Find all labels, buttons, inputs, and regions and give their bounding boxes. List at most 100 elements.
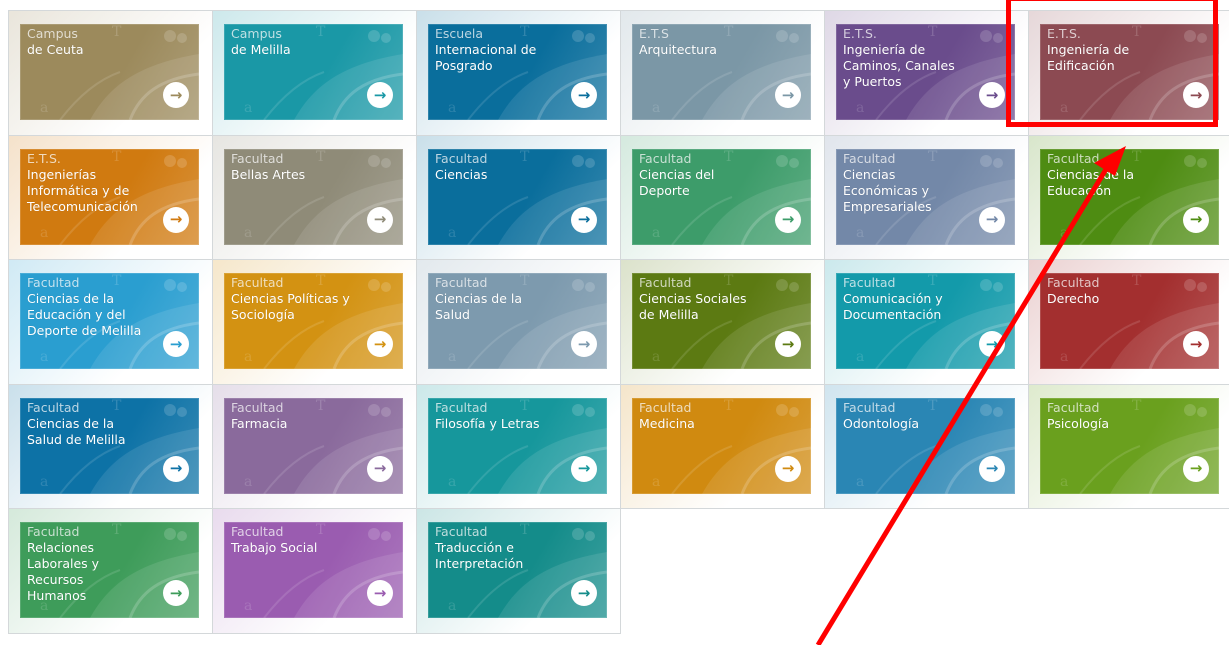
faculty-tile[interactable]: Ta Facultad Ciencias → [428, 148, 607, 245]
tile-name-label: Ciencias de la Educación [1047, 166, 1135, 198]
faculty-card-comunicacion-y-documentacion[interactable]: Ta Facultad Comunicación y Documentación → [824, 259, 1029, 385]
faculty-card-ingenieria-de-caminos-canales-y-puertos[interactable]: Ta E.T.S. Ingeniería de Caminos, Canales y… [824, 10, 1029, 136]
faculty-card-odontologia[interactable]: Ta Facultad Odontología → [824, 383, 1029, 509]
arrow-right-icon[interactable]: → [775, 455, 801, 482]
faculty-tile[interactable]: Ta Facultad Relaciones Laborales y Recurso… [20, 522, 199, 618]
arrow-right-icon[interactable]: → [163, 455, 189, 482]
faculty-tile[interactable]: Ta Facultad Ciencias Políticas y Sociologí… [224, 273, 403, 369]
faculty-card-ciencias-de-la-educacion-y-del-deporte-de-melilla[interactable]: Ta Facultad Ciencias de la Educación y del… [8, 259, 213, 385]
tile-kind-label: Campus [231, 26, 282, 41]
tile-text: E.T.S Arquitectura [639, 26, 773, 58]
faculty-tile[interactable]: Ta Campus de Ceuta → [20, 24, 199, 120]
faculty-tile[interactable]: Ta Facultad Medicina → [632, 397, 811, 494]
arrow-right-icon[interactable]: → [571, 331, 597, 357]
tile-name-label: Ingeniería de Caminos, Canales y Puertos [843, 42, 955, 89]
tile-text: Facultad Relaciones Laborales y Recursos … [27, 524, 161, 604]
faculty-tile[interactable]: Ta Facultad Ciencias de la Salud → [428, 273, 607, 369]
arrow-right-icon[interactable]: → [367, 206, 393, 233]
arrow-right-icon[interactable]: → [979, 206, 1005, 233]
faculty-card-de-ceuta[interactable]: Ta Campus de Ceuta → [8, 10, 213, 136]
arrow-right-icon[interactable]: → [367, 455, 393, 482]
tile-name-label: Odontología [843, 415, 920, 431]
arrow-right-icon[interactable]: → [163, 82, 189, 108]
svg-text:a: a [856, 474, 864, 490]
faculty-card-ciencias-de-la-salud[interactable]: Ta Facultad Ciencias de la Salud → [416, 259, 621, 385]
arrow-right-icon[interactable]: → [367, 580, 393, 606]
arrow-right-icon[interactable]: → [775, 331, 801, 357]
faculty-card-ingenieria-de-edificacion[interactable]: Ta E.T.S. Ingeniería de Edificación → [1028, 10, 1229, 136]
faculty-card-relaciones-laborales-y-recursos-humanos[interactable]: Ta Facultad Relaciones Laborales y Recurso… [8, 508, 213, 634]
arrow-right-icon[interactable]: → [571, 580, 597, 606]
arrow-right-icon[interactable]: → [979, 82, 1005, 108]
faculty-card-derecho[interactable]: Ta Facultad Derecho → [1028, 259, 1229, 385]
faculty-tile[interactable]: Ta Facultad Comunicación y Documentación → [836, 273, 1015, 369]
faculty-tile[interactable]: Ta Facultad Psicología → [1040, 397, 1219, 494]
faculty-tile[interactable]: Ta Facultad Ciencias de la Salud de Melill… [20, 397, 199, 494]
faculty-tile[interactable]: Ta Escuela Internacional de Posgrado → [428, 24, 607, 120]
arrow-right-icon[interactable]: → [1183, 206, 1209, 233]
faculty-tile[interactable]: Ta E.T.S. Ingeniería de Edificación → [1040, 24, 1219, 120]
faculty-card-de-melilla[interactable]: Ta Campus de Melilla → [212, 10, 417, 136]
faculty-card-ciencias[interactable]: Ta Facultad Ciencias → [416, 134, 621, 260]
faculty-card-trabajo-social[interactable]: Ta Facultad Trabajo Social → [212, 508, 417, 634]
faculty-tile[interactable]: Ta Facultad Derecho → [1040, 273, 1219, 369]
arrow-right-icon[interactable]: → [163, 206, 189, 233]
arrow-right-icon[interactable]: → [571, 455, 597, 482]
tile-kind-label: Campus [27, 26, 78, 41]
tile-text: Facultad Odontología [843, 400, 977, 432]
faculty-tile[interactable]: Ta Campus de Melilla → [224, 24, 403, 120]
faculty-tile[interactable]: Ta E.T.S. Ingenierías Informática y de Tel… [20, 148, 199, 245]
faculty-card-psicologia[interactable]: Ta Facultad Psicología → [1028, 383, 1229, 509]
arrow-right-icon[interactable]: → [1183, 82, 1209, 108]
arrow-right-icon[interactable]: → [1183, 455, 1209, 482]
svg-text:a: a [244, 474, 252, 490]
faculty-tile[interactable]: Ta E.T.S. Ingeniería de Caminos, Canales y… [836, 24, 1015, 120]
tile-kind-label: E.T.S. [27, 150, 61, 166]
arrow-right-icon[interactable]: → [775, 206, 801, 233]
faculty-card-medicina[interactable]: Ta Facultad Medicina → [620, 383, 825, 509]
arrow-right-icon[interactable]: → [163, 331, 189, 357]
arrow-right-icon[interactable]: → [1183, 331, 1209, 357]
faculty-card-ciencias-del-deporte[interactable]: Ta Facultad Ciencias del Deporte → [620, 134, 825, 260]
faculty-tile[interactable]: Ta Facultad Odontología → [836, 397, 1015, 494]
arrow-right-icon[interactable]: → [775, 82, 801, 108]
faculty-tile[interactable]: Ta Facultad Trabajo Social → [224, 522, 403, 618]
arrow-right-icon[interactable]: → [979, 455, 1005, 482]
arrow-right-icon[interactable]: → [163, 580, 189, 606]
tile-kind-label: Facultad [435, 150, 488, 166]
faculty-card-ciencias-sociales-de-melilla[interactable]: Ta Facultad Ciencias Sociales de Melilla → [620, 259, 825, 385]
faculty-tile[interactable]: Ta Facultad Ciencias del Deporte → [632, 148, 811, 245]
svg-text:a: a [244, 100, 252, 116]
faculty-card-farmacia[interactable]: Ta Facultad Farmacia → [212, 383, 417, 509]
tile-kind-label: Facultad [639, 399, 692, 415]
faculty-tile[interactable]: Ta Facultad Bellas Artes → [224, 148, 403, 245]
faculty-card-ciencias-politicas-y-sociologia[interactable]: Ta Facultad Ciencias Políticas y Sociologí… [212, 259, 417, 385]
faculty-card-internacional-de-posgrado[interactable]: Ta Escuela Internacional de Posgrado → [416, 10, 621, 136]
arrow-right-icon[interactable]: → [571, 82, 597, 108]
faculty-tile[interactable]: Ta Facultad Ciencias de la Educación → [1040, 148, 1219, 245]
faculty-tile[interactable]: Ta Facultad Filosofía y Letras → [428, 397, 607, 494]
tile-text: Facultad Ciencias [435, 151, 569, 183]
faculty-card-ciencias-de-la-educacion[interactable]: Ta Facultad Ciencias de la Educación → [1028, 134, 1229, 260]
faculty-tile[interactable]: Ta Facultad Ciencias Sociales de Melilla → [632, 273, 811, 369]
faculty-card-arquitectura[interactable]: Ta E.T.S Arquitectura → [620, 10, 825, 136]
faculty-card-bellas-artes[interactable]: Ta Facultad Bellas Artes → [212, 134, 417, 260]
arrow-right-icon[interactable]: → [571, 206, 597, 233]
faculty-tile[interactable]: Ta Facultad Farmacia → [224, 397, 403, 494]
faculty-card-filosofia-y-letras[interactable]: Ta Facultad Filosofía y Letras → [416, 383, 621, 509]
tile-text: Facultad Ciencias del Deporte [639, 151, 773, 199]
svg-text:a: a [448, 598, 456, 614]
arrow-right-icon[interactable]: → [367, 82, 393, 108]
faculty-tile[interactable]: Ta Facultad Traducción e Interpretación → [428, 522, 607, 618]
tile-name-label: de Ceuta [27, 42, 84, 57]
tile-kind-label: E.T.S. [1047, 26, 1081, 41]
faculty-card-ciencias-de-la-salud-de-melilla[interactable]: Ta Facultad Ciencias de la Salud de Melill… [8, 383, 213, 509]
faculty-card-ciencias-economicas-y-empresariales[interactable]: Ta Facultad Ciencias Económicas y Empresar… [824, 134, 1029, 260]
arrow-right-icon[interactable]: → [979, 331, 1005, 357]
arrow-right-icon[interactable]: → [367, 331, 393, 357]
faculty-tile[interactable]: Ta Facultad Ciencias de la Educación y del… [20, 273, 199, 369]
faculty-card-ingenierias-informatica-y-de-telecomunicacion[interactable]: Ta E.T.S. Ingenierías Informática y de Tel… [8, 134, 213, 260]
faculty-tile[interactable]: Ta E.T.S Arquitectura → [632, 24, 811, 120]
faculty-tile[interactable]: Ta Facultad Ciencias Económicas y Empresar… [836, 148, 1015, 245]
faculty-card-traduccion-e-interpretacion[interactable]: Ta Facultad Traducción e Interpretación → [416, 508, 621, 634]
